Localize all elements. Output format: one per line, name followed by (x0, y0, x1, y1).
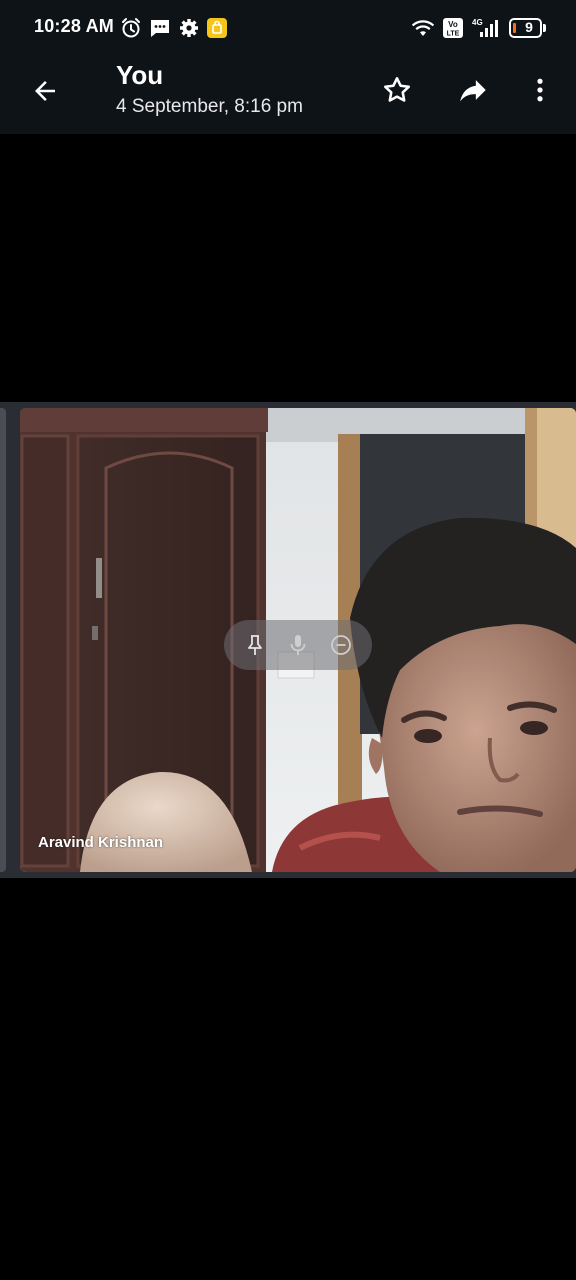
alarm-icon (122, 18, 140, 38)
adjacent-tile-edge (0, 408, 6, 872)
settings-icon (180, 19, 198, 37)
app-bar: You 4 September, 8:16 pm (0, 56, 576, 134)
remove-button[interactable] (325, 629, 357, 661)
signal-4g-icon: 4G (472, 18, 498, 37)
forward-button[interactable] (449, 66, 497, 114)
battery-level: 9 (525, 19, 533, 35)
message-icon (151, 20, 169, 37)
remove-icon (330, 635, 351, 655)
battery-icon: 9 (509, 18, 547, 38)
star-icon (384, 77, 410, 102)
pin-button[interactable] (239, 629, 271, 661)
wifi-icon (411, 20, 435, 36)
mic-button[interactable] (282, 629, 314, 661)
star-button[interactable] (373, 66, 421, 114)
status-bar: 10:28 AM Vo LTE 4G 9 (0, 0, 576, 56)
notification-app-icon (207, 18, 227, 38)
svg-text:LTE: LTE (447, 31, 460, 38)
arrow-back-icon (35, 81, 55, 101)
more-options-button[interactable] (516, 66, 564, 114)
video-tile: Aravind Krishnan (20, 408, 576, 872)
participant-name: Aravind Krishnan (38, 834, 164, 851)
media-image[interactable]: Aravind Krishnan (0, 402, 576, 878)
tile-controls (224, 620, 372, 670)
svg-text:Vo: Vo (448, 20, 458, 29)
back-button[interactable] (22, 68, 68, 114)
status-time: 10:28 AM (34, 16, 114, 36)
mic-icon (290, 635, 306, 655)
svg-text:4G: 4G (472, 18, 483, 27)
more-vert-icon (537, 78, 543, 102)
forward-icon (460, 80, 486, 102)
volte-icon: Vo LTE (443, 18, 463, 38)
page-title: You (116, 60, 164, 90)
page-subtitle: 4 September, 8:16 pm (116, 96, 303, 117)
pin-icon (248, 635, 263, 655)
